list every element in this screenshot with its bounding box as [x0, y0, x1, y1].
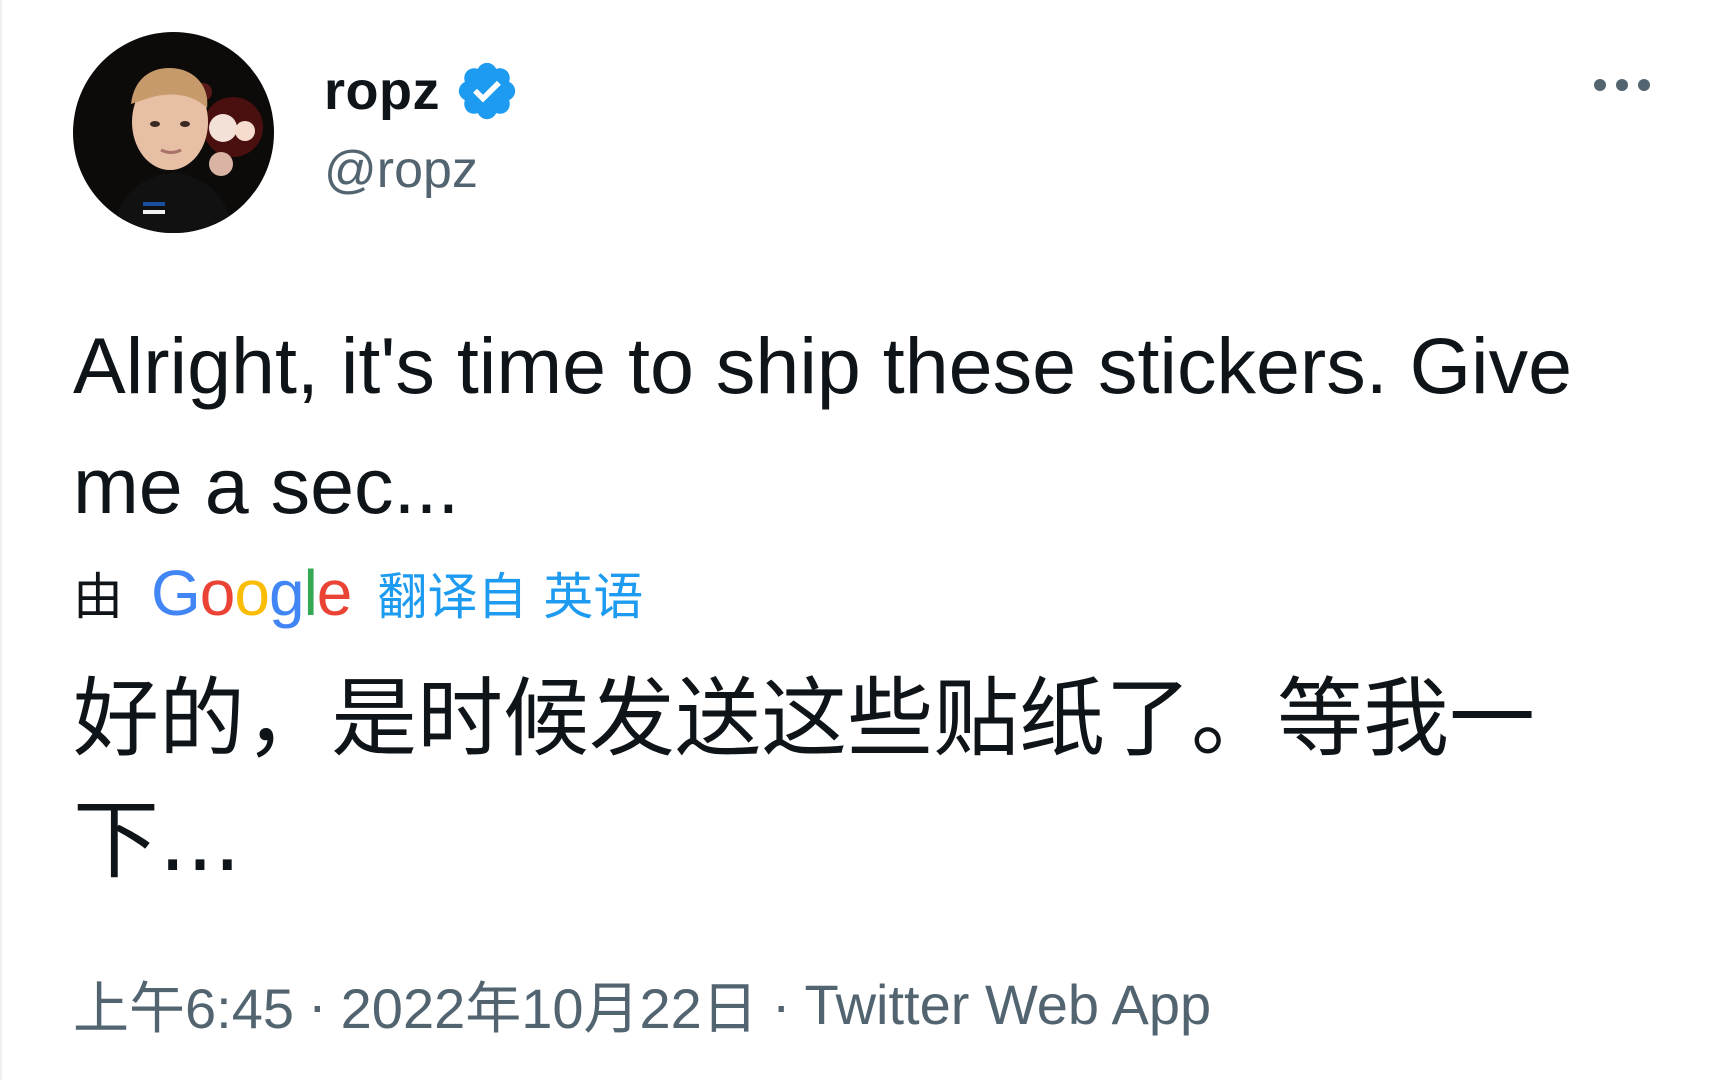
translation-prefix: 由: [73, 568, 123, 626]
tweet-metadata: 上午6:45 · 2022年10月22日 · Twitter Web App: [73, 964, 1211, 1045]
author-handle[interactable]: @ropz: [324, 140, 478, 200]
google-logo: Google: [151, 557, 352, 629]
author-name-row: ropz: [324, 56, 520, 126]
display-name[interactable]: ropz: [324, 60, 440, 122]
tweet-card: ropz @ropz Alright, it's time to ship th…: [0, 0, 1728, 1080]
translation-source-link[interactable]: 翻译自 英语: [377, 557, 643, 629]
more-options-button[interactable]: [1582, 60, 1662, 110]
verified-badge-icon: [454, 58, 520, 124]
tweet-time[interactable]: 上午6:45: [73, 964, 294, 1045]
more-options-icon: [1594, 79, 1650, 91]
translation-attribution: 由 Google 翻译自 英语: [73, 558, 643, 628]
translated-text: 好的，是时候发送这些贴纸了。等我一下...: [73, 669, 1535, 891]
avatar-photo-icon: [73, 32, 274, 233]
separator: ·: [308, 973, 327, 1036]
avatar[interactable]: [73, 32, 274, 233]
tweet-date[interactable]: 2022年10月22日: [341, 964, 758, 1045]
tweet-text: Alright, it's time to ship these sticker…: [73, 321, 1573, 530]
separator: ·: [771, 973, 791, 1036]
tweet-source[interactable]: Twitter Web App: [804, 972, 1211, 1037]
